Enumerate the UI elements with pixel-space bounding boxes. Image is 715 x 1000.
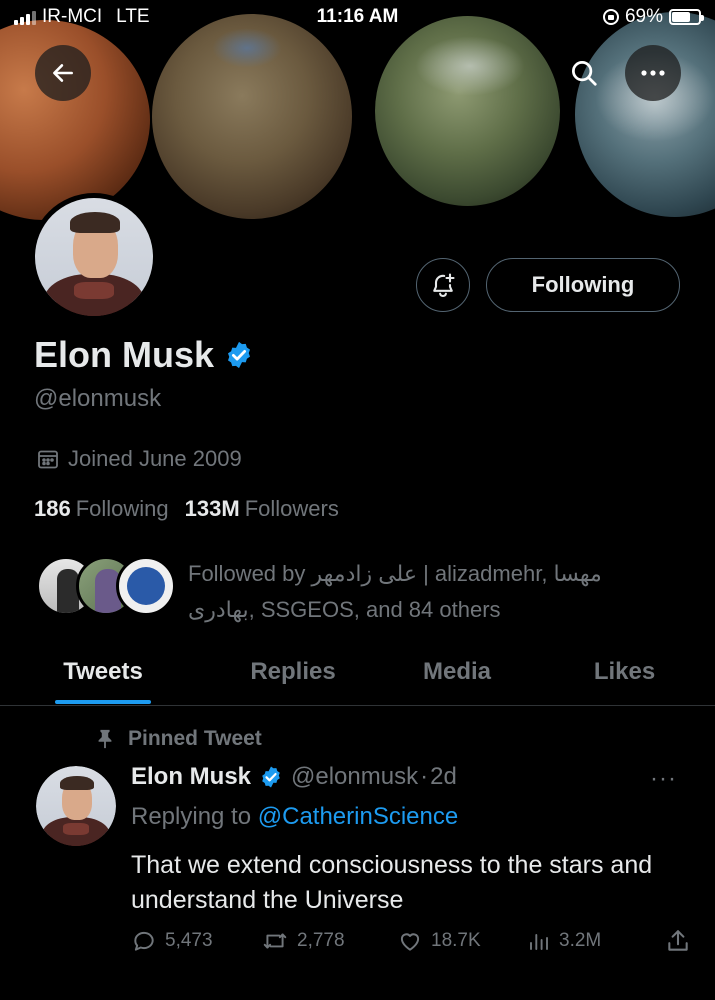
profile-avatar[interactable] bbox=[30, 193, 158, 321]
followers-label: Followers bbox=[244, 496, 339, 521]
tweet-author-name[interactable]: Elon Musk bbox=[131, 763, 251, 791]
tweet-author-handle[interactable]: @elonmusk bbox=[291, 763, 418, 791]
share-icon bbox=[668, 930, 688, 951]
retweet-icon bbox=[263, 933, 287, 949]
avatar-image bbox=[35, 198, 153, 316]
verified-badge-icon bbox=[262, 766, 280, 788]
status-bar: IR-MCI LTE 11:16 AM 69% bbox=[0, 0, 715, 36]
tab-label: Likes bbox=[593, 658, 656, 685]
tab-tweets[interactable]: Tweets bbox=[0, 640, 206, 704]
reply-count: 5,473 bbox=[165, 930, 213, 951]
reply-button[interactable]: 5,473 bbox=[131, 928, 261, 954]
tab-likes[interactable]: Likes bbox=[534, 640, 715, 704]
tweet-header: Elon Musk @elonmusk · 2d bbox=[131, 763, 457, 791]
retweet-button[interactable]: 2,778 bbox=[261, 928, 397, 954]
more-options-button[interactable] bbox=[625, 45, 681, 101]
banner-planet-4 bbox=[575, 12, 715, 217]
following-label: Following bbox=[75, 496, 169, 521]
profile-tabs: Tweets Replies Media Likes bbox=[0, 640, 715, 706]
active-tab-indicator bbox=[55, 700, 151, 704]
followers-count-link[interactable]: 133M Followers bbox=[185, 496, 339, 522]
banner-planet-3 bbox=[375, 16, 560, 206]
orientation-lock-icon bbox=[602, 9, 619, 25]
followed-by-text: Followed by علی زادمهر | alizadmehr, مهس… bbox=[188, 561, 602, 622]
avatar-image bbox=[36, 766, 116, 846]
replying-prefix: Replying to bbox=[131, 803, 252, 830]
like-button[interactable]: 18.7K bbox=[397, 928, 527, 954]
views-button[interactable]: 3.2M bbox=[527, 929, 657, 953]
tweet-author-avatar[interactable] bbox=[36, 766, 116, 846]
share-button[interactable] bbox=[665, 928, 691, 954]
replying-to: Replying to @CatherinScience bbox=[131, 803, 458, 831]
search-button[interactable] bbox=[556, 45, 612, 101]
status-bar-right: 69% bbox=[602, 6, 704, 28]
banner-planet-2 bbox=[152, 14, 352, 219]
tweet-actions: 5,473 2,778 18.7K 3.2M bbox=[131, 928, 691, 954]
battery-icon bbox=[669, 9, 704, 25]
profile-stats: 186 Following 133M Followers bbox=[34, 496, 339, 522]
tab-media[interactable]: Media bbox=[380, 640, 534, 704]
followers-count: 133M bbox=[184, 496, 240, 521]
avatar bbox=[116, 556, 176, 616]
following-count: 186 bbox=[34, 496, 71, 521]
calendar-icon bbox=[38, 450, 58, 469]
back-button[interactable] bbox=[35, 45, 91, 101]
pin-icon bbox=[98, 729, 112, 749]
profile-handle: @elonmusk bbox=[34, 385, 162, 412]
battery-percent: 69% bbox=[624, 6, 663, 27]
tweet-text: That we extend consciousness to the star… bbox=[131, 851, 653, 914]
tab-label: Tweets bbox=[63, 658, 143, 685]
followed-by-avatars bbox=[36, 556, 176, 616]
following-button[interactable]: Following bbox=[486, 258, 680, 312]
notifications-button[interactable] bbox=[416, 258, 470, 312]
replying-to-link[interactable]: @CatherinScience bbox=[258, 803, 458, 830]
search-icon bbox=[572, 61, 597, 86]
profile-display-name: Elon Musk bbox=[34, 334, 215, 375]
more-horizontal-icon bbox=[641, 70, 665, 76]
tab-label: Media bbox=[422, 658, 491, 685]
tweet-more-button[interactable]: ··· bbox=[650, 765, 677, 793]
pinned-tweet-label: Pinned Tweet bbox=[94, 727, 262, 751]
profile-name-row: Elon Musk bbox=[34, 334, 254, 376]
joined-date: Joined June 2009 bbox=[36, 446, 242, 472]
tab-label: Replies bbox=[250, 658, 336, 685]
tweet-age[interactable]: 2d bbox=[430, 763, 457, 791]
arrow-left-icon bbox=[53, 64, 73, 82]
views-count: 3.2M bbox=[559, 930, 602, 951]
reply-icon bbox=[134, 931, 154, 951]
following-count-link[interactable]: 186 Following bbox=[34, 496, 169, 522]
pinned-text: Pinned Tweet bbox=[128, 727, 262, 750]
like-count: 18.7K bbox=[431, 930, 481, 951]
joined-label: Joined June 2009 bbox=[68, 446, 242, 471]
followed-by-section[interactable]: Followed by علی زادمهر | alizadmehr, مهس… bbox=[36, 556, 648, 628]
tab-replies[interactable]: Replies bbox=[206, 640, 380, 704]
retweet-count: 2,778 bbox=[297, 930, 345, 951]
verified-badge-icon[interactable] bbox=[224, 340, 254, 370]
views-chart-icon bbox=[530, 934, 548, 950]
heart-icon bbox=[400, 933, 420, 951]
tweet-separator: · bbox=[420, 763, 429, 790]
bell-plus-icon bbox=[433, 273, 455, 297]
